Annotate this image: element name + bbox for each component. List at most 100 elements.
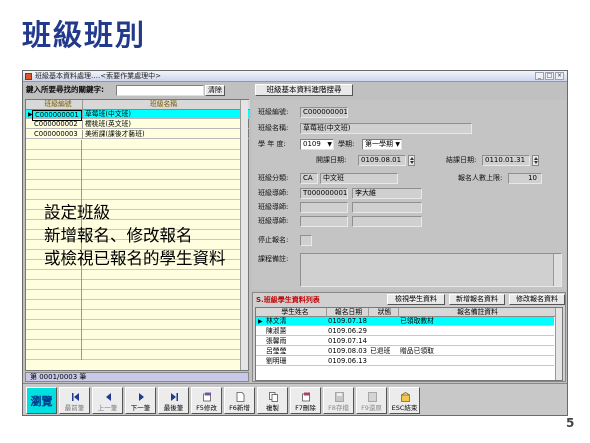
save-label: F8存檔 (328, 404, 349, 412)
enroll-limit-field[interactable]: 10 (508, 173, 542, 184)
teacher-id-field[interactable]: T000000001 (300, 188, 348, 199)
edit-enrollment-button[interactable]: 修改報名資料 (509, 294, 565, 305)
teacher3-name-field[interactable] (352, 216, 422, 227)
prev-record-label: 上一筆 (97, 404, 118, 412)
student-grid: 學生姓名 報名日期 狀態 報名備註資料 ▶ 林文清 0109.07.18 已領取… (255, 307, 563, 381)
teacher3-id-field[interactable] (300, 216, 348, 227)
class-name-cell: 草莓班(中文班) (82, 110, 242, 119)
search-input[interactable] (116, 85, 204, 96)
slide-title: 班級班別 (22, 18, 147, 52)
class-no-field[interactable]: C000000001 (300, 107, 348, 118)
last-record-button[interactable]: 最後筆 (158, 387, 189, 414)
teacher-label-2: 班級導師: (258, 203, 289, 211)
advanced-search-button[interactable]: 班級基本資料進階搜尋 (255, 84, 353, 96)
class-form: 班級編號: C000000001 班級名稱: 草莓班(中文班) 學 年 度: 0… (252, 100, 566, 290)
next-record-button[interactable]: 下一筆 (125, 387, 156, 414)
table-row[interactable]: C000000003 美術課(課後才藝班) (26, 130, 250, 139)
delete-button[interactable]: F7刪除 (290, 387, 321, 414)
start-date-label: 開課日期: (316, 156, 347, 164)
row-pointer-icon: ▶ (258, 318, 263, 325)
teacher2-id-field[interactable] (300, 202, 348, 213)
column-header-class-name: 班級名稱 (82, 100, 242, 109)
teacher-name-field[interactable]: 李大維 (352, 188, 422, 199)
stop-enroll-label: 停止報名: (258, 236, 289, 244)
overlay-line-3: 或檢視已報名的學生資料 (44, 249, 226, 268)
search-label: 鍵入所要尋找的關鍵字: (26, 85, 104, 94)
class-name-cell: 美術課(課後才藝班) (82, 130, 242, 139)
record-status-bar: 第 0001/0003 筆 (25, 372, 249, 382)
notes-field[interactable] (300, 253, 562, 287)
student-grid-scrollbar[interactable] (555, 308, 562, 380)
end-date-spinner[interactable] (532, 155, 539, 166)
view-student-button[interactable]: 檢視學生資料 (387, 294, 445, 305)
category-label: 班級分類: (258, 174, 289, 182)
notes-label: 課程備註: (258, 255, 289, 263)
start-date-spinner[interactable] (408, 155, 415, 166)
close-icon[interactable]: × (555, 72, 564, 80)
new-button[interactable]: F6新增 (224, 387, 255, 414)
table-row[interactable]: ▶ 林文清 0109.07.18 已領取教材 (256, 317, 554, 326)
last-record-icon (171, 393, 178, 401)
enroll-limit-label: 報名人數上限: (458, 174, 503, 182)
delete-label: F7刪除 (295, 404, 316, 412)
teacher-label-3: 班級導師: (258, 217, 289, 225)
prev-record-icon (106, 393, 111, 401)
save-button[interactable]: F8存檔 (323, 387, 354, 414)
table-row[interactable]: 呂瑩瑩 0109.08.03 已退班 贈品已領取 (256, 347, 554, 356)
student-panel: S.班級學生資料列表 檢視學生資料 新增報名資料 修改報名資料 學生姓名 報名日… (252, 292, 566, 382)
copy-label: 複製 (266, 404, 279, 412)
end-date-label: 結課日期: (446, 156, 477, 164)
teacher2-name-field[interactable] (352, 202, 422, 213)
first-record-button[interactable]: 最前筆 (59, 387, 90, 414)
column-header-status: 狀態 (368, 308, 398, 317)
chevron-down-icon: ▼ (395, 141, 400, 148)
table-row[interactable]: 劉明珊 0109.06.13 (256, 357, 554, 366)
record-status: 第 0001/0003 筆 (30, 373, 87, 381)
delete-icon (302, 392, 310, 402)
overlay-line-1: 設定班級 (44, 203, 110, 222)
table-row[interactable]: 陳淑蕙 0109.06.29 (256, 327, 554, 336)
end-date-field[interactable]: 0110.01.31 (482, 155, 530, 166)
start-date-field[interactable]: 0109.08.01 (358, 155, 406, 166)
class-name-field[interactable]: 草莓班(中文班) (300, 123, 472, 134)
semester-label: 學期: (338, 140, 355, 148)
minimize-icon[interactable]: _ (535, 72, 544, 80)
year-select[interactable]: 0109 ▼ (300, 139, 334, 150)
maximize-icon[interactable]: □ (545, 72, 554, 80)
semester-select[interactable]: 第一學期 ▼ (362, 139, 402, 150)
note-cell: 已領取教材 (400, 317, 434, 325)
class-id-cell: C000000002 (34, 120, 78, 128)
student-name-cell: 張馨雨 (266, 337, 287, 345)
class-name-label: 班級名稱: (258, 124, 289, 132)
browse-button[interactable]: 瀏覽 (26, 387, 57, 414)
browse-label: 瀏覽 (30, 395, 53, 408)
new-icon (236, 392, 245, 402)
student-grid-header: 學生姓名 報名日期 狀態 報名備註資料 (256, 308, 562, 317)
year-label: 學 年 度: (258, 140, 286, 148)
category-name-field[interactable]: 中文班 (320, 173, 398, 184)
prev-record-button[interactable]: 上一筆 (92, 387, 123, 414)
app-icon (25, 73, 32, 80)
column-header-enroll-date: 報名日期 (326, 308, 368, 317)
next-record-label: 下一筆 (130, 404, 151, 412)
exit-button[interactable]: ESC結束 (389, 387, 420, 414)
new-label: F6新增 (229, 404, 250, 412)
class-grid-scrollbar[interactable] (240, 100, 248, 370)
copy-button[interactable]: 複製 (257, 387, 288, 414)
class-no-label: 班級編號: (258, 108, 289, 116)
undo-button[interactable]: F9還原 (356, 387, 387, 414)
table-row[interactable]: ▶ C000000001 草莓班(中文班) (26, 110, 250, 121)
student-name-cell: 劉明珊 (266, 357, 287, 365)
add-enrollment-button[interactable]: 新增報名資料 (449, 294, 505, 305)
column-header-student-name: 學生姓名 (281, 308, 309, 316)
enroll-date-cell: 0109.06.13 (328, 357, 367, 365)
clear-button[interactable]: 清除 (205, 85, 225, 96)
note-cell: 贈品已領取 (400, 347, 434, 355)
table-row[interactable]: 張馨雨 0109.07.14 (256, 337, 554, 346)
category-code-field[interactable]: CA (300, 173, 318, 184)
save-icon (335, 392, 344, 402)
table-row[interactable]: C000000002 櫻桃班(英文班) (26, 120, 250, 129)
notes-scrollbar[interactable] (553, 254, 561, 286)
stop-enroll-checkbox[interactable] (300, 235, 312, 246)
edit-button[interactable]: F5修改 (191, 387, 222, 414)
